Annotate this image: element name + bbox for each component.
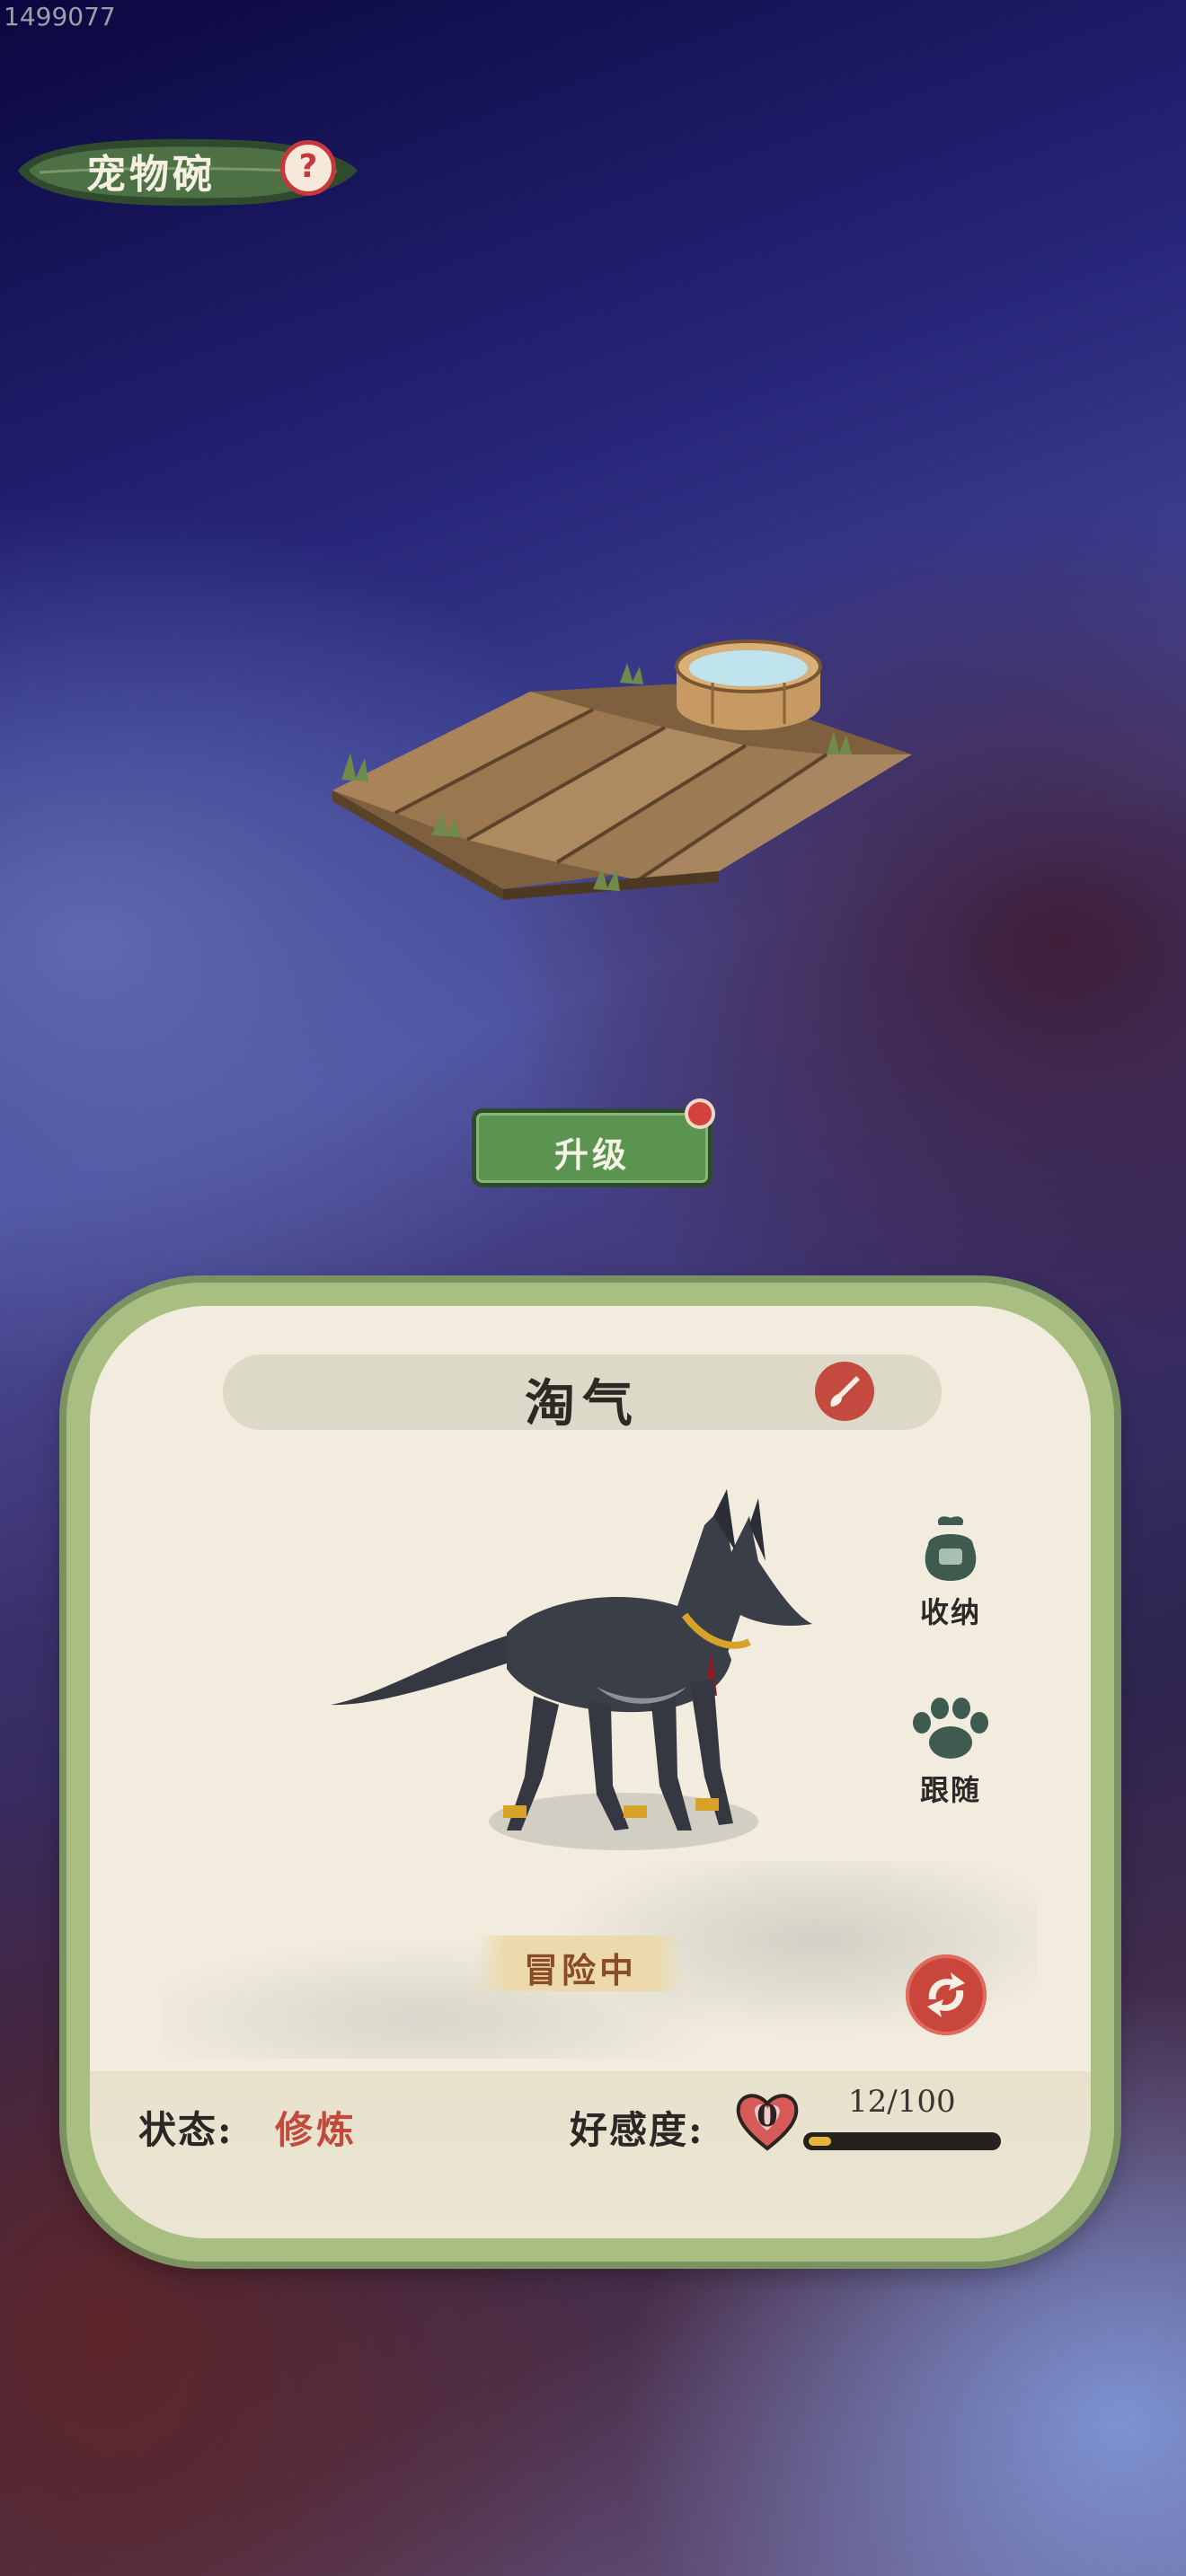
favor-level: 0: [757, 2098, 778, 2134]
favor-level-heart: 0: [735, 2089, 800, 2152]
pet-card: 淘气 收纳 跟随 冒险中 状态: 修炼 好感度: 0 12/100: [66, 1283, 1114, 2262]
paw-icon: [913, 1698, 988, 1759]
adventure-status-tag: 冒险中: [476, 1936, 685, 1991]
wood-planks: [332, 683, 912, 900]
store-label: 收纳: [919, 1595, 981, 1629]
favor-progress-fill: [809, 2137, 831, 2146]
page-title: 宠物碗: [86, 152, 216, 198]
pet-bowl-platform[interactable]: [323, 620, 925, 907]
help-glyph: ?: [298, 148, 318, 185]
follow-label: 跟随: [919, 1773, 981, 1807]
water-bowl: [675, 640, 822, 730]
debug-id-label: 1499077: [4, 2, 116, 31]
notification-dot: [685, 1098, 715, 1129]
help-icon[interactable]: ?: [280, 140, 336, 196]
follow-button[interactable]: 跟随: [897, 1696, 1005, 1809]
favor-key: 好感度:: [570, 2108, 704, 2152]
store-pet-button[interactable]: 收纳: [897, 1509, 1005, 1631]
bag-icon: [925, 1516, 977, 1581]
status-key: 状态:: [138, 2108, 234, 2152]
favor-progress-bar: [803, 2132, 1001, 2150]
adventure-label: 冒险中: [523, 1950, 637, 1990]
refresh-button[interactable]: [906, 1954, 987, 2035]
pet-dog-illustration: [331, 1489, 812, 1850]
status-value: 修炼: [275, 2108, 358, 2152]
favor-count: 12/100: [848, 2084, 956, 2120]
refresh-icon: [927, 1972, 965, 2017]
title-banner: 宠物碗 ?: [13, 133, 358, 210]
upgrade-label: 升级: [553, 1134, 630, 1175]
brush-icon: [830, 1376, 860, 1407]
rename-brush-button[interactable]: [815, 1362, 874, 1421]
upgrade-button[interactable]: 升级: [472, 1108, 712, 1187]
